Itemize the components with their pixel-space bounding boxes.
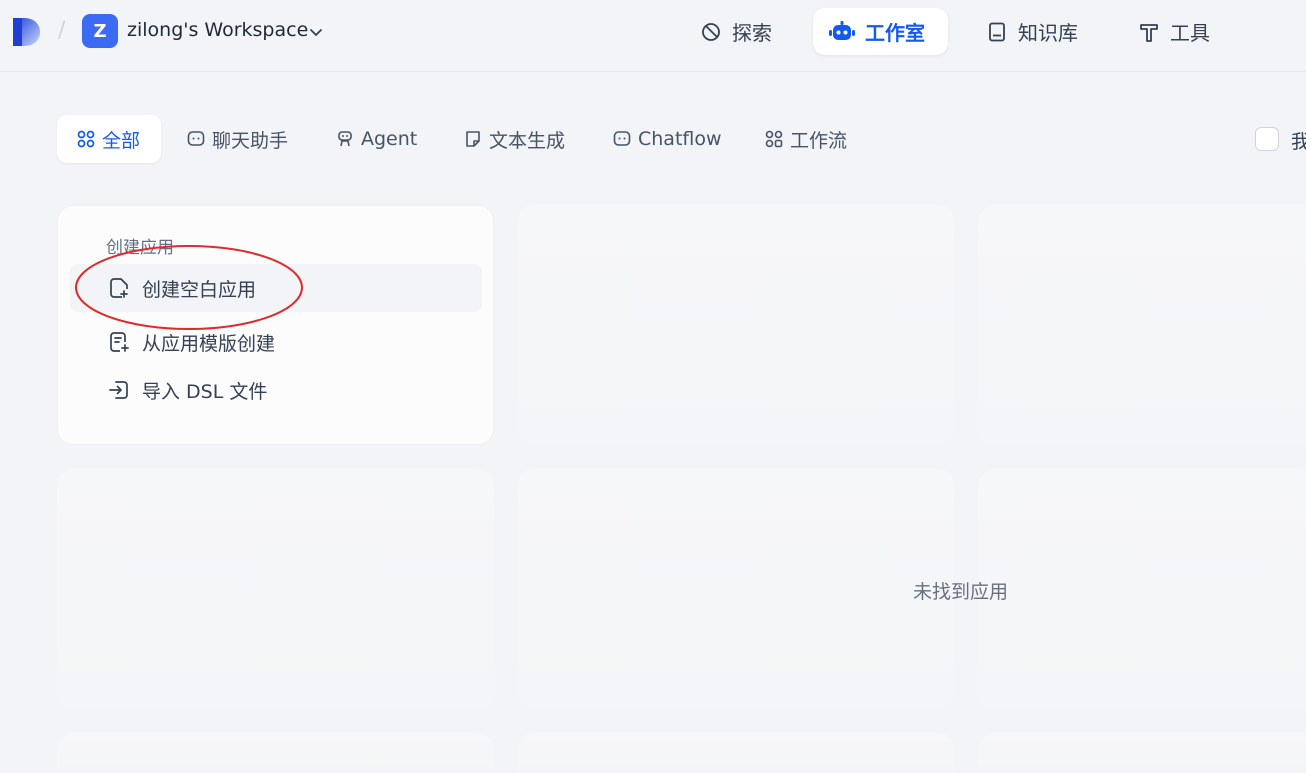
mine-only-label: 我 <box>1291 131 1306 153</box>
grid-icon <box>77 130 95 148</box>
chat-bubble-icon <box>613 131 631 146</box>
create-blank-app-button[interactable]: 创建空白应用 <box>70 264 482 312</box>
create-from-template-button[interactable]: 从应用模版创建 <box>70 318 482 366</box>
tab-text-generation-label: 文本生成 <box>489 129 566 152</box>
tab-text-generation[interactable]: 文本生成 <box>455 115 585 163</box>
create-app-card: 创建应用 创建空白应用 从应用模版创建 导入 DSL 文件 <box>57 205 494 445</box>
robot-icon <box>829 20 855 40</box>
app-card-placeholder <box>57 469 494 709</box>
dify-logo-icon[interactable] <box>12 16 42 46</box>
app-card-placeholder <box>978 733 1306 773</box>
app-card-placeholder <box>518 469 954 709</box>
template-icon <box>110 332 129 352</box>
tab-chatflow-label: Chatflow <box>638 128 722 150</box>
chat-bubble-icon <box>187 131 205 146</box>
app-card-placeholder <box>978 205 1306 445</box>
workflow-icon <box>765 130 783 148</box>
nav-studio[interactable]: 工作室 <box>813 8 948 55</box>
app-card-placeholder <box>57 733 494 773</box>
app-card-placeholder <box>518 205 954 445</box>
tab-chat-assistant-label: 聊天助手 <box>212 129 289 152</box>
nav-knowledge-label: 知识库 <box>1018 21 1078 45</box>
import-dsl-label: 导入 DSL 文件 <box>142 380 268 403</box>
app-card-placeholder <box>518 733 954 773</box>
file-plus-icon <box>110 278 128 298</box>
import-icon <box>109 381 128 399</box>
nav-tools-label: 工具 <box>1170 21 1210 45</box>
create-from-template-label: 从应用模版创建 <box>142 332 276 355</box>
compass-icon <box>702 22 720 41</box>
tab-all[interactable]: 全部 <box>57 115 161 163</box>
workspace-name[interactable]: zilong's Workspace <box>127 19 308 41</box>
top-header: / Z zilong's Workspace 探索 工作室 知识库 工具 <box>0 0 1306 72</box>
nav-studio-label: 工作室 <box>865 21 925 45</box>
breadcrumb-separator: / <box>58 18 66 43</box>
tab-workflow-label: 工作流 <box>790 129 848 152</box>
tab-all-label: 全部 <box>102 129 141 152</box>
tab-workflow[interactable]: 工作流 <box>756 115 871 163</box>
chevron-down-icon[interactable] <box>308 24 324 40</box>
book-icon <box>989 22 1005 41</box>
workspace-avatar[interactable]: Z <box>82 14 118 48</box>
tab-chat-assistant[interactable]: 聊天助手 <box>178 115 308 163</box>
hammer-icon <box>1140 23 1158 42</box>
agent-icon <box>338 131 352 147</box>
nav-knowledge[interactable]: 知识库 <box>976 8 1096 55</box>
tab-chatflow[interactable]: Chatflow <box>604 115 742 163</box>
create-blank-app-label: 创建空白应用 <box>142 278 257 301</box>
tab-agent[interactable]: Agent <box>327 115 437 163</box>
create-app-title: 创建应用 <box>106 238 174 258</box>
app-card-placeholder <box>978 469 1306 709</box>
empty-state-text: 未找到应用 <box>913 581 1009 603</box>
document-icon <box>466 131 480 147</box>
tab-agent-label: Agent <box>361 128 418 150</box>
import-dsl-button[interactable]: 导入 DSL 文件 <box>70 366 482 414</box>
nav-explore-label: 探索 <box>732 21 772 45</box>
nav-tools[interactable]: 工具 <box>1128 8 1228 55</box>
mine-only-checkbox[interactable] <box>1255 127 1279 151</box>
nav-explore[interactable]: 探索 <box>690 8 794 55</box>
